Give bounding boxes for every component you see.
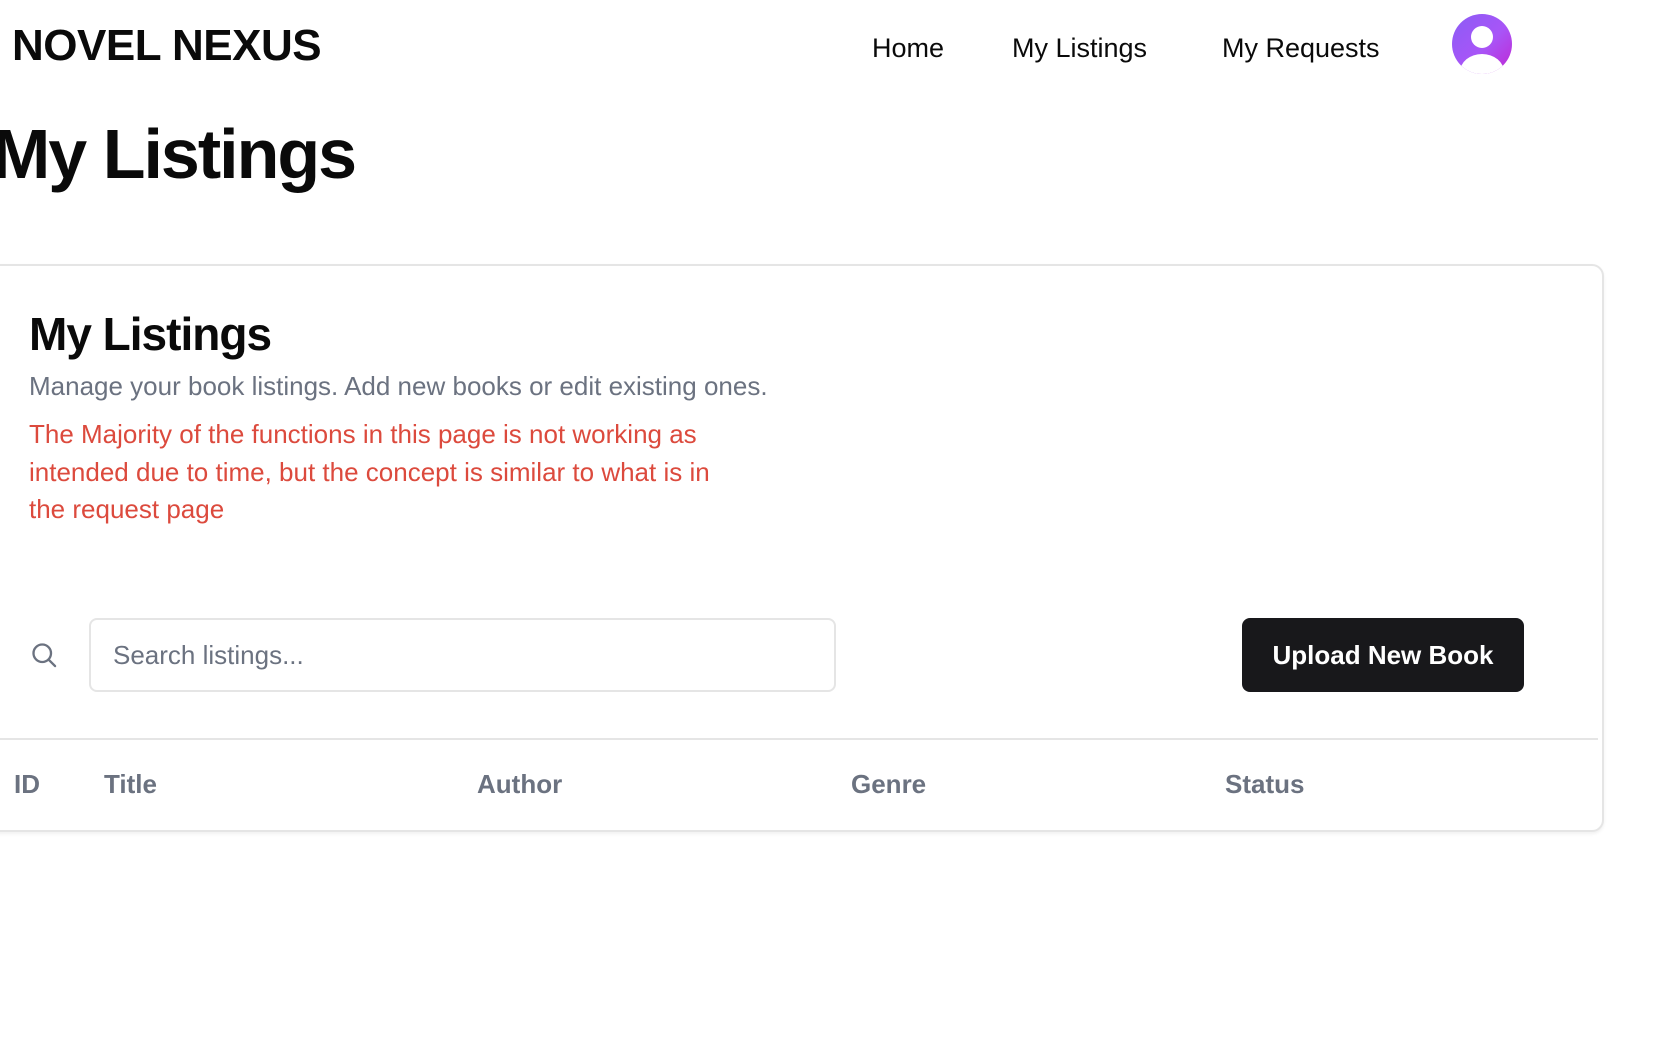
search-icon: [32, 643, 57, 668]
column-header-title[interactable]: Title: [104, 766, 157, 802]
nav-my-requests-link[interactable]: My Requests: [1222, 28, 1380, 68]
nav-home-link[interactable]: Home: [872, 28, 944, 68]
column-header-id[interactable]: ID: [14, 766, 40, 802]
nav-my-listings-link[interactable]: My Listings: [1012, 28, 1147, 68]
column-header-author[interactable]: Author: [477, 766, 562, 802]
user-icon-body: [1460, 54, 1504, 74]
upload-new-book-button[interactable]: Upload New Book: [1242, 618, 1524, 692]
column-header-genre[interactable]: Genre: [851, 766, 926, 802]
page-title: My Listings: [0, 115, 357, 193]
brand-logo[interactable]: NOVEL NEXUS: [12, 18, 322, 74]
search-input[interactable]: [89, 618, 836, 692]
card-title: My Listings: [29, 308, 272, 360]
table-divider: [0, 738, 1598, 740]
user-avatar-button[interactable]: [1452, 14, 1512, 74]
warning-message: The Majority of the functions in this pa…: [29, 419, 710, 524]
column-header-status[interactable]: Status: [1225, 766, 1304, 802]
user-icon: [1471, 26, 1493, 48]
card-description: Manage your book listings. Add new books…: [29, 371, 768, 401]
